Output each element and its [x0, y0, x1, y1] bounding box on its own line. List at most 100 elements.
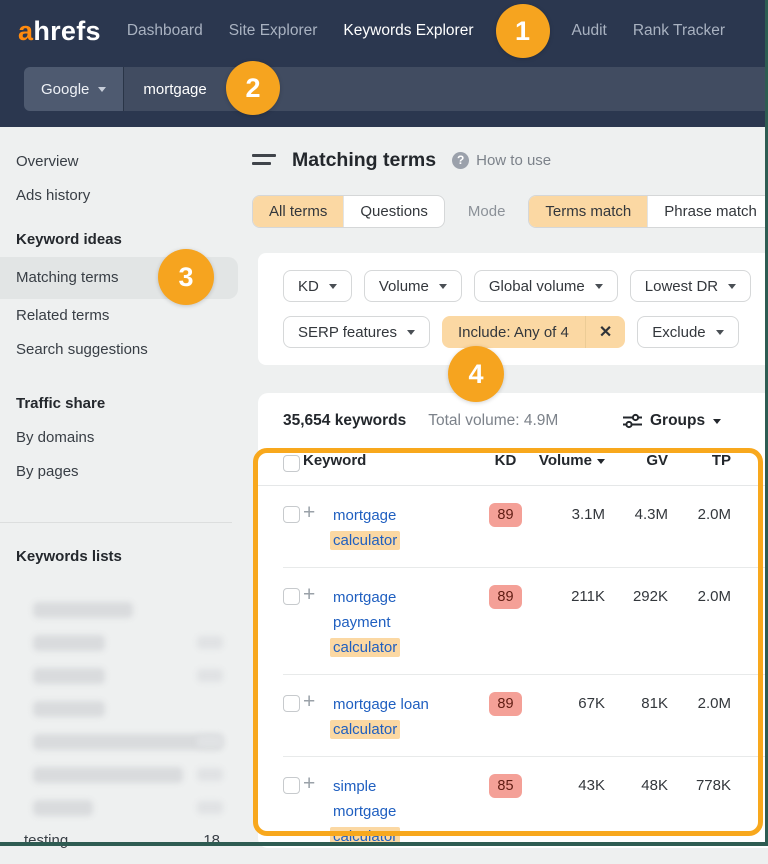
search-bar: Google mortgage: [0, 62, 768, 127]
keyword-link[interactable]: mortgage loan calculator: [333, 692, 478, 742]
mode-label: Mode: [468, 203, 506, 220]
sidebar-item-bottom-cut[interactable]: testing 18: [24, 832, 220, 849]
chevron-down-icon: [329, 284, 337, 289]
groups-dropdown[interactable]: Groups: [623, 412, 721, 430]
kd-badge: 89: [489, 503, 522, 527]
keyword-list-item-blurred[interactable]: [33, 734, 223, 750]
column-header-kd[interactable]: KD: [495, 452, 517, 469]
nav-item-dashboard[interactable]: Dashboard: [127, 22, 203, 40]
add-to-list-button[interactable]: +: [303, 503, 333, 523]
exclude-label: Exclude: [652, 324, 705, 341]
serp-features-filter-button[interactable]: SERP features: [283, 316, 430, 348]
keyword-list-item-blurred[interactable]: [33, 602, 133, 618]
nav-item-keywords-explorer[interactable]: Keywords Explorer: [343, 22, 473, 40]
sidebar-item-by-domains[interactable]: By domains: [16, 421, 232, 455]
kd-filter-button[interactable]: KD: [283, 270, 352, 302]
sidebar-item-search-suggestions[interactable]: Search suggestions: [16, 333, 232, 367]
gv-value: 48K: [641, 774, 668, 798]
keyword-list-count-blurred: [197, 669, 223, 682]
column-header-keyword: Keyword: [303, 452, 478, 469]
keyword-search-input[interactable]: mortgage: [123, 67, 768, 111]
column-header-volume[interactable]: Volume: [539, 452, 605, 469]
keyword-list-count-blurred: [197, 768, 223, 781]
keyword-word: mortgage: [333, 803, 396, 820]
nav-item-site-explorer[interactable]: Site Explorer: [229, 22, 318, 40]
search-control: Google mortgage: [24, 67, 768, 111]
keyword-list-item-blurred[interactable]: [33, 635, 105, 651]
tab-all-terms[interactable]: All terms: [253, 196, 343, 227]
collapse-sidebar-icon[interactable]: [252, 153, 276, 167]
row-checkbox[interactable]: [283, 695, 300, 712]
keyword-list-item-blurred[interactable]: [33, 668, 105, 684]
keyword-line: calculator: [333, 528, 478, 553]
keyword-word: payment: [333, 614, 391, 631]
column-header-gv[interactable]: GV: [646, 452, 668, 469]
row-checkbox[interactable]: [283, 588, 300, 605]
keyword-link[interactable]: mortgage payment calculator: [333, 585, 478, 660]
keyword-list-item-blurred[interactable]: [33, 701, 105, 717]
sliders-icon: [623, 413, 642, 429]
chevron-down-icon: [595, 284, 603, 289]
tp-value: 2.0M: [698, 503, 731, 527]
keyword-line: payment: [333, 610, 478, 635]
volume-filter-button[interactable]: Volume: [364, 270, 462, 302]
gv-value: 292K: [633, 585, 668, 609]
sidebar-item-ads-history[interactable]: Ads history: [16, 179, 232, 213]
page-title: Matching terms: [292, 149, 436, 172]
add-to-list-button[interactable]: +: [303, 774, 333, 794]
remove-include-filter-button[interactable]: ✕: [585, 316, 625, 348]
kd-badge: 85: [489, 774, 522, 798]
add-to-list-button[interactable]: +: [303, 692, 333, 712]
keyword-line: calculator: [333, 635, 478, 660]
tab-questions[interactable]: Questions: [343, 196, 444, 227]
keyword-list-item-blurred[interactable]: [33, 767, 183, 783]
global-volume-label: Global volume: [489, 278, 585, 295]
row-checkbox[interactable]: [283, 777, 300, 794]
keyword-word: simple: [333, 778, 376, 795]
keyword-word: mortgage loan: [333, 696, 429, 713]
terms-toggle-group: All termsQuestions: [252, 195, 445, 228]
tp-value: 2.0M: [698, 585, 731, 609]
keyword-list-count-blurred: [197, 735, 223, 748]
mode-tab-phrase-match[interactable]: Phrase match: [647, 196, 768, 227]
column-header-tp[interactable]: TP: [712, 452, 731, 469]
keyword-line: calculator: [333, 717, 478, 742]
annotation-callout-4: 4: [448, 346, 504, 402]
keyword-link[interactable]: mortgagecalculator: [333, 503, 478, 553]
sort-desc-icon: [597, 459, 605, 464]
results-card: 35,654 keywords Total volume: 4.9M Group…: [258, 393, 768, 848]
sidebar-item-related-terms[interactable]: Related terms: [16, 299, 232, 333]
filters-row-2: SERP features Include: Any of 4 ✕ Exclud…: [283, 316, 768, 348]
sidebar-item-by-pages[interactable]: By pages: [16, 455, 232, 489]
search-engine-label: Google: [41, 81, 89, 98]
select-all-checkbox[interactable]: [283, 455, 300, 472]
include-filter-pill[interactable]: Include: Any of 4 ✕: [442, 316, 625, 348]
keyword-line: mortgage: [333, 585, 478, 610]
volume-label: Volume: [379, 278, 429, 295]
nav-item-rank-tracker[interactable]: Rank Tracker: [633, 22, 725, 40]
gv-value: 81K: [641, 692, 668, 716]
keyword-link[interactable]: simplemortgagecalculator: [333, 774, 478, 849]
filters-card: KD Volume Global volume Lowest DR SERP feat…: [258, 253, 768, 365]
table-row: +simplemortgagecalculator8543K48K778K: [258, 757, 768, 864]
mode-toggle-group: Terms matchPhrase match: [528, 195, 768, 228]
volume-header-label: Volume: [539, 452, 592, 469]
ahrefs-logo[interactable]: ahrefs: [18, 16, 101, 47]
mode-tab-terms-match[interactable]: Terms match: [529, 196, 647, 227]
sidebar-divider: [0, 522, 232, 523]
global-volume-filter-button[interactable]: Global volume: [474, 270, 618, 302]
add-to-list-button[interactable]: +: [303, 585, 333, 605]
how-to-use-link[interactable]: ? How to use: [452, 152, 551, 169]
exclude-filter-button[interactable]: Exclude: [637, 316, 738, 348]
chevron-down-icon: [407, 330, 415, 335]
keyword-list-item-blurred[interactable]: [33, 800, 93, 816]
volume-value: 67K: [578, 692, 605, 716]
search-engine-select[interactable]: Google: [24, 67, 123, 111]
chevron-down-icon: [713, 419, 721, 424]
nav-item-audit[interactable]: Audit: [572, 22, 607, 40]
lowest-dr-filter-button[interactable]: Lowest DR: [630, 270, 751, 302]
tp-value: 2.0M: [698, 692, 731, 716]
sidebar-item-overview[interactable]: Overview: [16, 145, 232, 179]
row-checkbox[interactable]: [283, 506, 300, 523]
logo-letter-a: a: [18, 16, 33, 46]
